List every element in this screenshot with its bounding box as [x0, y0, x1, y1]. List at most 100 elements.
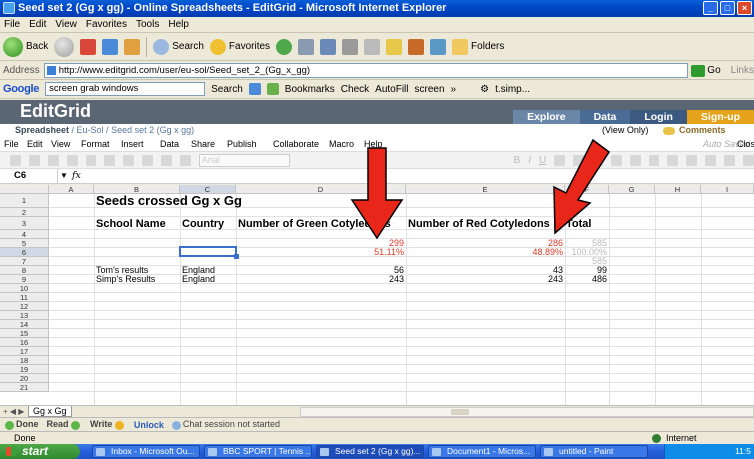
- spreadsheet-grid[interactable]: A B C D E F G H I 1 2 3 4 5 6 7 8 9 10 1…: [0, 185, 754, 405]
- google-search-button[interactable]: Search: [211, 84, 243, 95]
- cell-ref-dropdown-icon[interactable]: ▼: [60, 169, 68, 183]
- task-bbc-sport[interactable]: BBC SPORT | Tennis ...: [204, 445, 312, 458]
- refresh-icon[interactable]: [102, 38, 119, 55]
- task-word[interactable]: Document1 - Micros...: [428, 445, 536, 458]
- menu-edit[interactable]: Edit: [27, 137, 43, 151]
- column-header-a[interactable]: A: [49, 185, 94, 194]
- row-header-1[interactable]: 1: [0, 194, 49, 208]
- row-header-19[interactable]: 19: [0, 365, 49, 374]
- mail-icon[interactable]: [320, 38, 337, 55]
- menu-macro[interactable]: Macro: [329, 137, 354, 151]
- row-header-14[interactable]: 14: [0, 320, 49, 329]
- maximize-button[interactable]: □: [720, 1, 735, 15]
- column-header-e[interactable]: E: [406, 185, 565, 194]
- redo-icon[interactable]: [85, 154, 97, 166]
- image-icon[interactable]: [179, 154, 191, 166]
- breadcrumb-path[interactable]: / Eu-Sol / Seed set 2 (Gg x gg): [72, 125, 195, 135]
- discuss-icon[interactable]: [386, 38, 403, 55]
- spell-check-button[interactable]: Check: [341, 84, 369, 95]
- messenger-icon[interactable]: [430, 38, 447, 55]
- back-button[interactable]: Back: [3, 36, 48, 57]
- menu-file[interactable]: File: [4, 137, 19, 151]
- italic-icon[interactable]: I: [528, 155, 531, 166]
- column-header-f[interactable]: F: [565, 185, 609, 194]
- paste-icon[interactable]: [47, 154, 59, 166]
- undo-icon[interactable]: [66, 154, 78, 166]
- media-icon[interactable]: [276, 38, 293, 55]
- decimal-icon[interactable]: [667, 154, 679, 166]
- percent-icon[interactable]: [648, 154, 660, 166]
- green-count-cell[interactable]: 243: [236, 275, 404, 284]
- favorites-button[interactable]: Favorites: [209, 38, 270, 55]
- menu-share[interactable]: Share: [191, 137, 215, 151]
- column-header-h[interactable]: H: [655, 185, 701, 194]
- horizontal-scrollbar[interactable]: [300, 407, 754, 417]
- bold-icon[interactable]: B: [514, 155, 521, 166]
- row-header-12[interactable]: 12: [0, 302, 49, 311]
- row-header-16[interactable]: 16: [0, 338, 49, 347]
- print-icon[interactable]: [104, 154, 116, 166]
- row-header-3[interactable]: 3: [0, 217, 49, 230]
- row-header-9[interactable]: 9: [0, 275, 49, 284]
- chat-status[interactable]: Chat session not started: [171, 419, 280, 430]
- bookmarks-button[interactable]: Bookmarks: [285, 84, 335, 95]
- row-header-18[interactable]: 18: [0, 356, 49, 365]
- borders-icon[interactable]: [705, 154, 717, 166]
- menu-insert[interactable]: Insert: [121, 137, 144, 151]
- search-button[interactable]: Search: [153, 38, 204, 55]
- font-select[interactable]: Arial: [198, 153, 290, 167]
- autofill-button[interactable]: AutoFill: [375, 84, 408, 95]
- row-header-4[interactable]: 4: [0, 230, 49, 239]
- row-total-cell[interactable]: 486: [565, 275, 607, 284]
- home-icon[interactable]: [124, 38, 141, 55]
- ie-menu-favorites[interactable]: Favorites: [86, 19, 127, 30]
- row-header-11[interactable]: 11: [0, 293, 49, 302]
- history-icon[interactable]: [298, 38, 315, 55]
- links-button[interactable]: Links: [731, 65, 754, 76]
- nav-login[interactable]: Login: [630, 110, 687, 124]
- edit-icon[interactable]: [364, 38, 381, 55]
- close-window-button[interactable]: ×: [737, 1, 752, 15]
- editgrid-logo[interactable]: EditGrid: [20, 101, 91, 122]
- red-percent-cell[interactable]: 48.89%: [406, 248, 563, 257]
- ie-menu-view[interactable]: View: [55, 19, 77, 30]
- school-cell[interactable]: Simp's Results: [96, 275, 155, 284]
- sheet-tab-gg-x-gg[interactable]: Gg x Gg: [28, 406, 72, 417]
- align-left-icon[interactable]: [554, 154, 566, 166]
- menu-data[interactable]: Data: [160, 137, 179, 151]
- ie-menu-file[interactable]: File: [4, 19, 20, 30]
- google-search-input[interactable]: screen grab windows: [45, 82, 206, 96]
- popup-blocker-icon[interactable]: [266, 83, 279, 95]
- fill-color-icon[interactable]: [724, 154, 735, 166]
- row-header-5[interactable]: 5: [0, 239, 49, 248]
- column-header-i[interactable]: I: [701, 185, 754, 194]
- print-icon[interactable]: [342, 38, 359, 55]
- close-link[interactable]: Close: [737, 137, 754, 151]
- screen-button[interactable]: screen: [415, 84, 445, 95]
- align-center-icon[interactable]: [573, 154, 584, 166]
- minimize-button[interactable]: _: [703, 1, 718, 15]
- address-input[interactable]: http://www.editgrid.com/user/eu-sol/Seed…: [43, 63, 689, 78]
- red-count-cell[interactable]: 243: [406, 275, 563, 284]
- task-seed-set[interactable]: Seed set 2 (Gg x gg)...: [316, 445, 424, 458]
- start-button[interactable]: start: [0, 444, 80, 459]
- green-percent-cell[interactable]: 51.11%: [236, 248, 404, 257]
- nav-explore[interactable]: Explore: [513, 110, 580, 124]
- cell-reference[interactable]: C6: [0, 169, 58, 183]
- menu-view[interactable]: View: [51, 137, 70, 151]
- menu-format[interactable]: Format: [81, 137, 110, 151]
- unlock-link[interactable]: Unlock: [134, 420, 164, 430]
- column-header-d[interactable]: D: [236, 185, 406, 194]
- task-paint[interactable]: untitled - Paint: [540, 445, 648, 458]
- row-header-10[interactable]: 10: [0, 284, 49, 293]
- row-header-15[interactable]: 15: [0, 329, 49, 338]
- menu-help[interactable]: Help: [364, 137, 383, 151]
- row-header-17[interactable]: 17: [0, 347, 49, 356]
- folders-button[interactable]: Folders: [452, 38, 504, 55]
- nav-data[interactable]: Data: [579, 110, 631, 124]
- merge-icon[interactable]: [610, 154, 622, 166]
- red-count-cell[interactable]: 43: [406, 266, 563, 275]
- new-icon[interactable]: [10, 154, 21, 166]
- forward-button[interactable]: [54, 36, 75, 57]
- row-header-21[interactable]: 21: [0, 383, 49, 392]
